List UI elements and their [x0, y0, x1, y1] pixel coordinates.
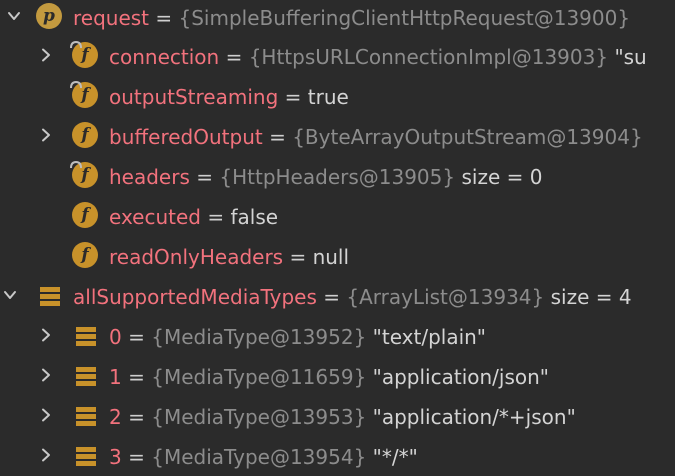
variable-row[interactable]: f headers = {HttpHeaders@13905} size = 0 — [0, 157, 675, 197]
equals-sign: = — [225, 45, 243, 69]
variable-name: headers — [109, 165, 190, 189]
variable-value: true — [307, 85, 349, 109]
chevron-right-icon[interactable] — [36, 445, 56, 465]
field-icon: f — [72, 242, 100, 270]
variable-text: 2 = {MediaType@13953} "application/*+jso… — [109, 397, 576, 437]
icon-letter: f — [72, 242, 98, 268]
array-icon — [39, 286, 61, 308]
variable-name: 1 — [109, 365, 122, 389]
equals-sign: = — [284, 85, 302, 109]
chevron-right-icon[interactable] — [36, 405, 56, 425]
variable-name: request — [73, 6, 150, 30]
variable-row[interactable]: f bufferedOutput = {ByteArrayOutputStream… — [0, 117, 675, 157]
lock-icon — [70, 161, 82, 169]
variable-text: 0 = {MediaType@13952} "text/plain" — [109, 317, 486, 357]
variable-value: null — [312, 245, 350, 269]
array-icon — [75, 406, 97, 428]
type-reference: {HttpHeaders@13905} — [219, 165, 456, 189]
variable-name: allSupportedMediaTypes — [73, 285, 317, 309]
variable-text: 3 = {MediaType@13954} "*/*" — [109, 437, 418, 476]
equals-sign: = — [289, 245, 307, 269]
variable-row[interactable]: allSupportedMediaTypes = {ArrayList@1393… — [0, 277, 675, 317]
variable-text: executed = false — [109, 197, 278, 237]
variable-text: connection = {HttpsURLConnectionImpl@139… — [109, 37, 647, 77]
equals-sign: = — [323, 285, 340, 309]
equals-sign: = — [128, 365, 145, 389]
type-reference: {MediaType@11659} — [151, 365, 367, 389]
array-icon — [75, 366, 97, 388]
array-icon — [75, 446, 97, 468]
variable-row[interactable]: f outputStreaming = true — [0, 77, 675, 117]
icon-letter: p — [36, 3, 62, 29]
variable-name: connection — [109, 45, 220, 69]
type-reference: {MediaType@13952} — [151, 325, 367, 349]
type-reference: {MediaType@13953} — [151, 405, 367, 429]
equals-sign: = — [128, 325, 145, 349]
variable-name: outputStreaming — [109, 85, 279, 109]
variable-text: bufferedOutput = {ByteArrayOutputStream@… — [109, 117, 643, 157]
chevron-down-icon[interactable] — [0, 285, 20, 305]
array-icon — [75, 326, 97, 348]
variable-row[interactable]: 2 = {MediaType@13953} "application/*+jso… — [0, 397, 675, 437]
property-icon: p — [36, 3, 64, 31]
variable-value: "text/plain" — [372, 325, 487, 349]
variable-value: "*/*" — [372, 445, 418, 469]
type-reference: {MediaType@13954} — [151, 445, 367, 469]
icon-letter: f — [72, 122, 98, 148]
equals-sign: = — [128, 405, 145, 429]
variable-value: "application/*+json" — [372, 405, 576, 429]
field-icon: f — [72, 202, 100, 230]
variable-value: size = 4 — [550, 285, 632, 309]
variable-name: 2 — [109, 405, 122, 429]
debugger-variables-tree: p request = {SimpleBufferingClientHttpReq… — [0, 0, 675, 476]
equals-sign: = — [207, 205, 225, 229]
type-reference: {HttpsURLConnectionImpl@13903} — [248, 45, 609, 69]
variable-text: readOnlyHeaders = null — [109, 237, 349, 277]
variable-text: allSupportedMediaTypes = {ArrayList@1393… — [73, 277, 632, 317]
variable-row[interactable]: f readOnlyHeaders = null — [0, 237, 675, 277]
variable-text: outputStreaming = true — [109, 77, 349, 117]
chevron-right-icon[interactable] — [36, 325, 56, 345]
variable-row[interactable]: 1 = {MediaType@11659} "application/json" — [0, 357, 675, 397]
variable-name: readOnlyHeaders — [109, 245, 284, 269]
variable-row[interactable]: 0 = {MediaType@13952} "text/plain" — [0, 317, 675, 357]
variable-name: 3 — [109, 445, 122, 469]
variable-value: "su — [614, 45, 647, 69]
equals-sign: = — [155, 6, 173, 30]
equals-sign: = — [128, 445, 145, 469]
field-icon: f — [70, 161, 100, 190]
icon-letter: f — [72, 202, 98, 228]
variable-value: size = 0 — [461, 165, 543, 189]
type-reference: {ArrayList@13934} — [346, 285, 545, 309]
variable-value: "application/json" — [372, 365, 550, 389]
chevron-down-icon[interactable] — [4, 6, 24, 26]
field-icon: f — [72, 122, 100, 150]
type-reference: {ByteArrayOutputStream@13904} — [292, 125, 643, 149]
field-icon: f — [70, 41, 100, 70]
variable-name: executed — [109, 205, 201, 229]
variable-row[interactable]: p request = {SimpleBufferingClientHttpReq… — [0, 0, 675, 38]
variable-row[interactable]: f connection = {HttpsURLConnectionImpl@13… — [0, 37, 675, 77]
type-reference: {SimpleBufferingClientHttpRequest@13900} — [178, 6, 631, 30]
variable-text: request = {SimpleBufferingClientHttpRequ… — [73, 0, 630, 38]
chevron-right-icon[interactable] — [36, 45, 56, 65]
variable-name: 0 — [109, 325, 122, 349]
chevron-right-icon[interactable] — [36, 125, 56, 145]
field-icon: f — [70, 81, 100, 110]
chevron-right-icon[interactable] — [36, 365, 56, 385]
lock-icon — [70, 41, 82, 49]
equals-sign: = — [196, 165, 214, 189]
variable-row[interactable]: 3 = {MediaType@13954} "*/*" — [0, 437, 675, 476]
variable-value: false — [230, 205, 279, 229]
variable-text: headers = {HttpHeaders@13905} size = 0 — [109, 157, 542, 197]
variable-row[interactable]: f executed = false — [0, 197, 675, 237]
equals-sign: = — [269, 125, 286, 149]
variable-name: bufferedOutput — [109, 125, 263, 149]
variable-text: 1 = {MediaType@11659} "application/json" — [109, 357, 549, 397]
lock-icon — [70, 81, 82, 89]
